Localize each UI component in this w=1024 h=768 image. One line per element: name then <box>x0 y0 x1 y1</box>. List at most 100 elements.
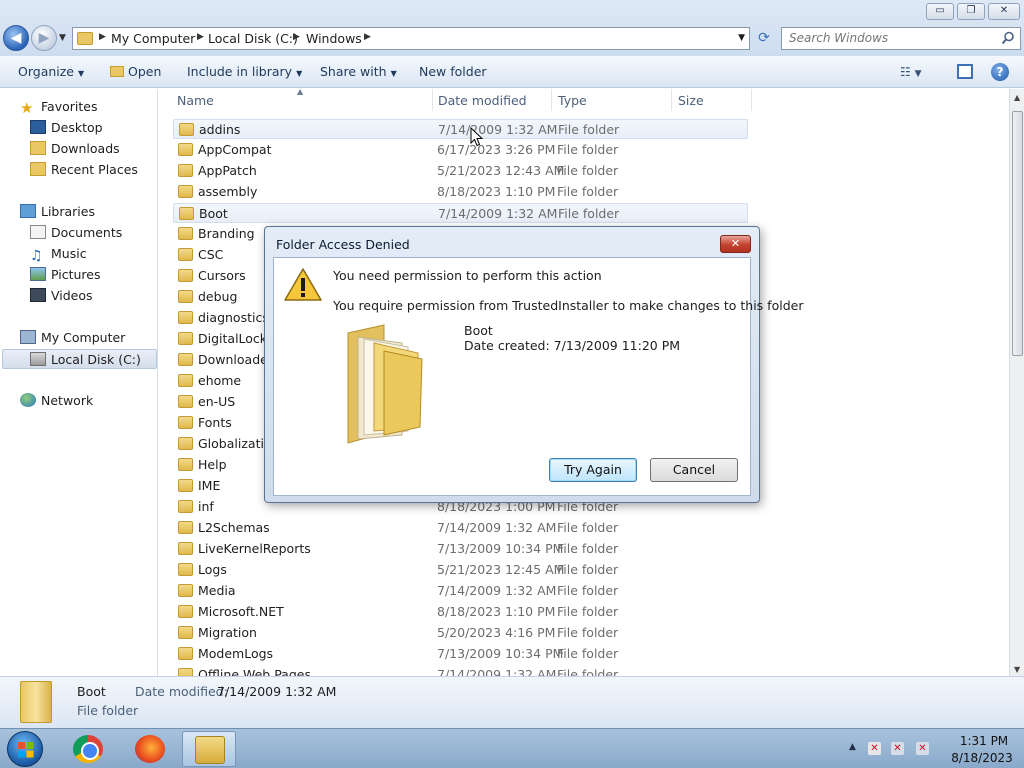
new-folder-button[interactable]: New folder <box>419 64 487 79</box>
file-name: en-US <box>198 394 236 409</box>
minimize-button[interactable]: ▭ <box>926 3 954 20</box>
column-divider[interactable] <box>551 89 552 111</box>
nav-videos[interactable]: Videos <box>30 286 93 306</box>
folder-icon <box>178 647 193 660</box>
file-date-modified: 7/14/2009 1:32 AM <box>437 520 557 535</box>
nav-music[interactable]: ♫ Music <box>30 244 87 264</box>
file-row-migration[interactable]: Migration 5/20/2023 4:16 PM File folder <box>173 623 748 643</box>
file-date-modified: 7/13/2009 10:34 PM <box>437 646 564 661</box>
file-type: File folder <box>557 163 619 178</box>
file-row-l2schemas[interactable]: L2Schemas 7/14/2009 1:32 AM File folder <box>173 518 748 538</box>
breadcrumb-separator[interactable]: ▶ <box>99 32 106 42</box>
nav-network[interactable]: Network <box>20 391 93 411</box>
file-type: File folder <box>557 541 619 556</box>
show-hidden-icons-icon[interactable]: ▲ <box>846 741 859 754</box>
file-name: Help <box>198 457 227 472</box>
file-row-addins[interactable]: addins 7/14/2009 1:32 AM File folder <box>173 119 748 139</box>
file-name: Cursors <box>198 268 246 283</box>
column-header-name[interactable]: Name <box>177 93 214 108</box>
search-icon[interactable] <box>1001 31 1015 45</box>
volume-icon[interactable]: ✕ <box>916 742 929 755</box>
refresh-button[interactable]: ⟳ <box>752 27 776 50</box>
file-row-offline-web-pages[interactable]: Offline Web Pages 7/14/2009 1:32 AM File f… <box>173 665 748 676</box>
nav-favorites[interactable]: ★ Favorites <box>20 97 97 117</box>
file-row-logs[interactable]: Logs 5/21/2023 12:45 AM File folder <box>173 560 748 580</box>
dialog-item-name: Boot <box>464 323 493 338</box>
search-input[interactable] <box>789 31 989 45</box>
recent-pages-dropdown[interactable]: ▼ <box>59 33 66 43</box>
dialog-close-button[interactable]: ✕ <box>720 235 751 253</box>
breadcrumb-my-computer[interactable]: My Computer <box>111 31 195 46</box>
scroll-down-arrow-icon[interactable]: ▼ <box>1014 665 1020 674</box>
breadcrumb-separator[interactable]: ▶ <box>197 32 204 42</box>
chrome-icon <box>73 735 103 763</box>
file-row-apppatch[interactable]: AppPatch 5/21/2023 12:43 AM File folder <box>173 161 748 181</box>
breadcrumb-separator[interactable]: ▶ <box>364 32 371 42</box>
close-window-button[interactable]: ✕ <box>988 3 1020 20</box>
file-row-assembly[interactable]: assembly 8/18/2023 1:10 PM File folder <box>173 182 748 202</box>
forward-button[interactable]: ▶ <box>31 25 57 51</box>
nav-my-computer[interactable]: My Computer <box>20 328 125 348</box>
documents-icon <box>30 225 46 239</box>
organize-button[interactable]: Organize ▼ <box>18 64 84 79</box>
share-with-button[interactable]: Share with ▼ <box>320 64 397 79</box>
column-header-type[interactable]: Type <box>558 93 587 108</box>
scroll-thumb[interactable] <box>1012 111 1023 356</box>
nav-recent-places[interactable]: Recent Places <box>30 160 138 180</box>
nav-local-disk[interactable]: Local Disk (C:) <box>2 349 157 369</box>
nav-downloads[interactable]: Downloads <box>30 139 120 159</box>
file-row-livekernelreports[interactable]: LiveKernelReports 7/13/2009 10:34 PM File … <box>173 539 748 559</box>
network-icon[interactable]: ✕ <box>891 742 904 755</box>
file-row-microsoft-net[interactable]: Microsoft.NET 8/18/2023 1:10 PM File folde… <box>173 602 748 622</box>
folder-icon <box>178 668 193 676</box>
file-name: LiveKernelReports <box>198 541 311 556</box>
try-again-button[interactable]: Try Again <box>549 458 637 482</box>
breadcrumb-local-disk[interactable]: Local Disk (C:) <box>208 31 298 46</box>
help-button[interactable]: ? <box>991 63 1009 81</box>
start-button[interactable] <box>7 731 43 767</box>
organize-label: Organize <box>18 64 74 79</box>
nav-libraries[interactable]: Libraries <box>20 202 95 222</box>
windows-logo-icon <box>18 742 34 758</box>
column-divider[interactable] <box>671 89 672 111</box>
action-center-icon[interactable]: ✕ <box>868 742 881 755</box>
column-header-size[interactable]: Size <box>678 93 704 108</box>
file-name: inf <box>198 499 214 514</box>
nav-desktop[interactable]: Desktop <box>30 118 103 138</box>
file-name: Branding <box>198 226 255 241</box>
nav-label: Videos <box>51 288 93 303</box>
breadcrumb-windows[interactable]: Windows <box>306 31 362 46</box>
clock-time[interactable]: 1:31 PM <box>950 734 1018 748</box>
column-header-date-modified[interactable]: Date modified <box>438 93 527 108</box>
taskbar-firefox[interactable] <box>123 731 177 767</box>
include-in-library-button[interactable]: Include in library ▼ <box>187 64 302 79</box>
column-divider[interactable] <box>432 89 433 111</box>
taskbar-explorer[interactable] <box>182 731 236 767</box>
back-button[interactable]: ◀ <box>3 25 29 51</box>
file-row-appcompat[interactable]: AppCompat 6/17/2023 3:26 PM File folder <box>173 140 748 160</box>
file-row-modemlogs[interactable]: ModemLogs 7/13/2009 10:34 PM File folder <box>173 644 748 664</box>
open-button[interactable]: Open <box>110 64 161 79</box>
preview-pane-button[interactable] <box>957 64 973 79</box>
address-box[interactable]: ▶ My Computer ▶ Local Disk (C:) ▶ Window… <box>72 27 750 50</box>
file-date-modified: 5/20/2023 4:16 PM <box>437 625 556 640</box>
system-tray: ▲ ✕ ✕ ✕ 1:31 PM 8/18/2023 <box>840 729 1024 768</box>
nav-documents[interactable]: Documents <box>30 223 122 243</box>
details-modified-label: Date modified: <box>135 684 228 699</box>
sort-arrow-icon: ▲ <box>297 89 304 96</box>
search-box[interactable] <box>781 27 1021 50</box>
clock-date[interactable]: 8/18/2023 <box>946 751 1018 765</box>
file-row-media[interactable]: Media 7/14/2009 1:32 AM File folder <box>173 581 748 601</box>
warning-icon <box>284 268 322 301</box>
taskbar-chrome[interactable] <box>61 731 115 767</box>
scroll-up-arrow-icon[interactable]: ▲ <box>1014 93 1020 102</box>
vertical-scrollbar[interactable]: ▲ ▼ <box>1009 89 1024 676</box>
breadcrumb-separator[interactable]: ▶ <box>293 32 300 42</box>
change-view-button[interactable]: ☷ ▼ <box>900 65 922 79</box>
cancel-button[interactable]: Cancel <box>650 458 738 482</box>
column-divider[interactable] <box>751 89 752 111</box>
maximize-button[interactable]: ❐ <box>957 3 985 20</box>
address-dropdown-icon[interactable]: ▼ <box>738 33 745 43</box>
nav-pictures[interactable]: Pictures <box>30 265 101 285</box>
file-row-boot[interactable]: Boot 7/14/2009 1:32 AM File folder <box>173 203 748 223</box>
